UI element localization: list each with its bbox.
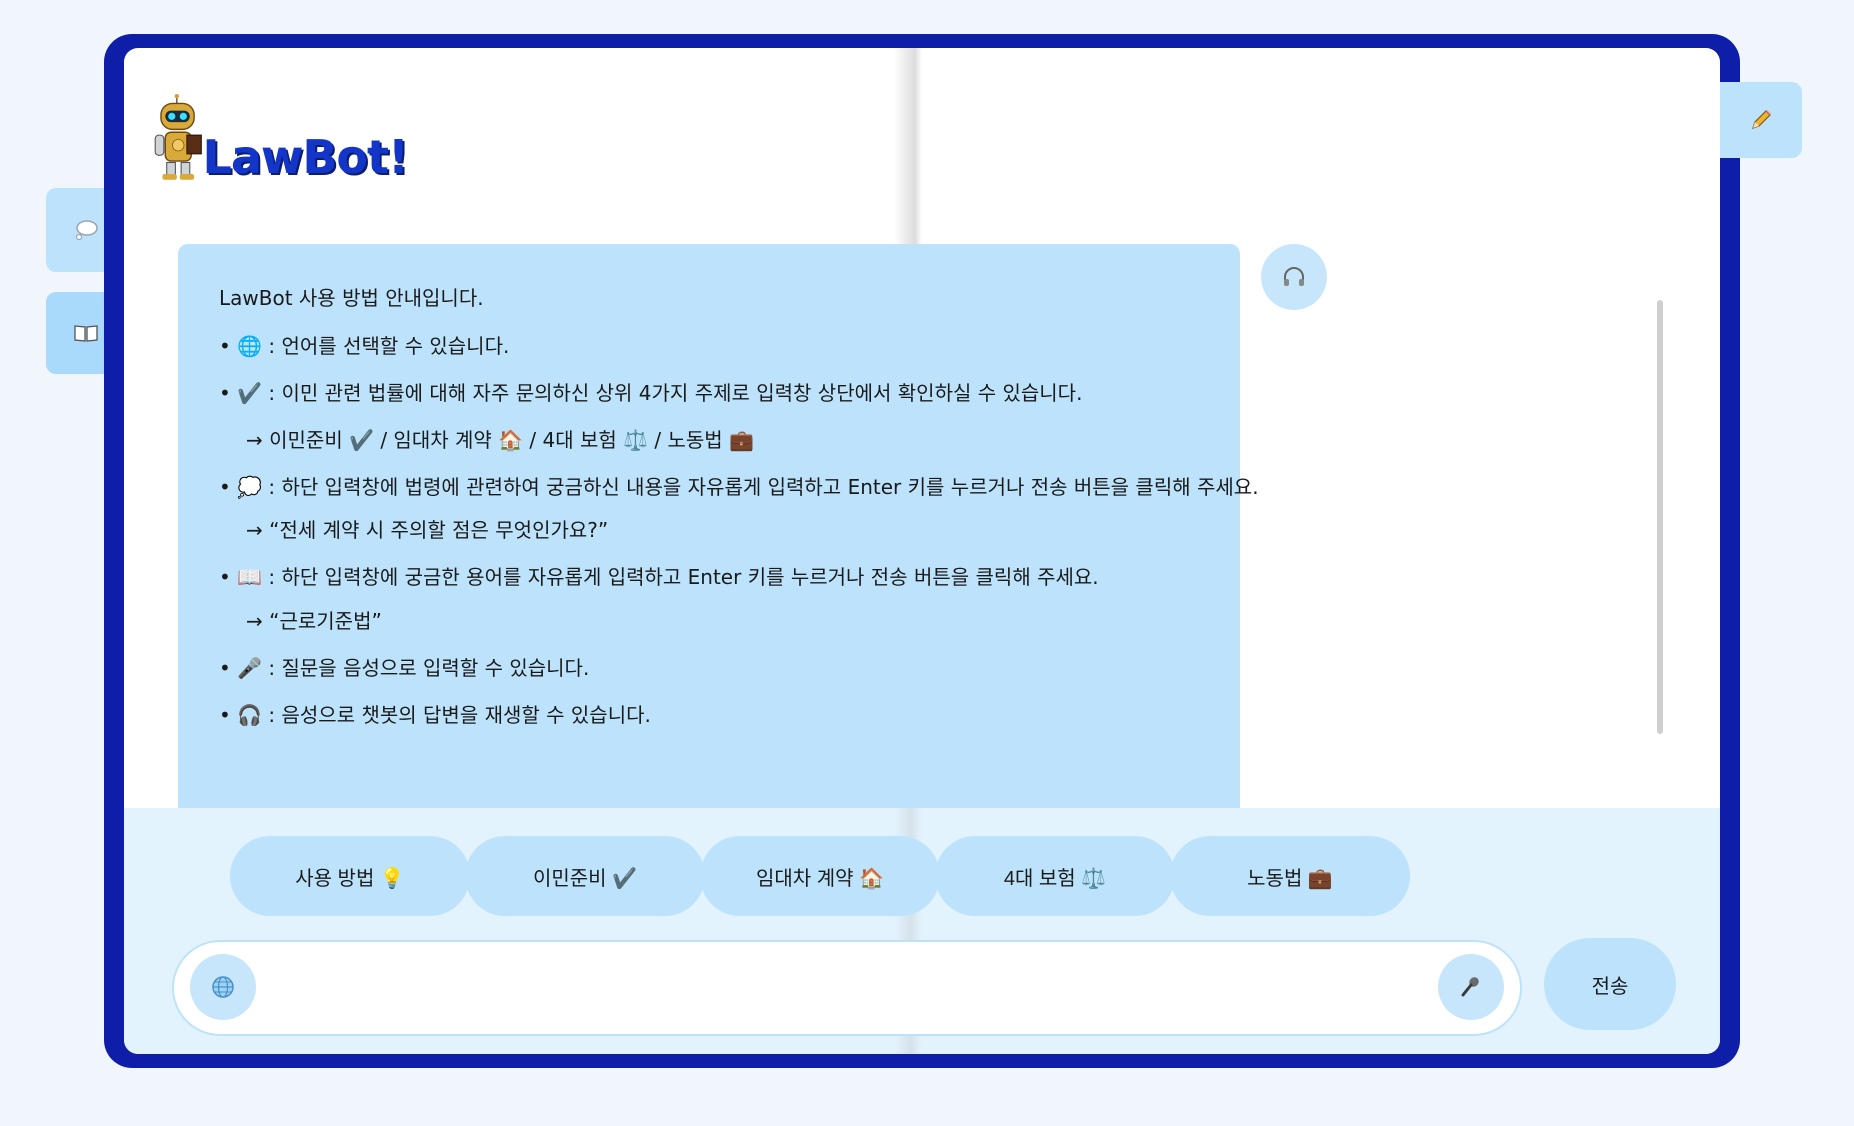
message-line: → 이민준비 ✔️ / 임대차 계약 🏠 / 4대 보험 ⚖️ / 노동법 💼 xyxy=(246,428,754,452)
voice-input-button[interactable] xyxy=(1438,954,1504,1020)
robot-mascot-icon xyxy=(154,94,202,180)
chat-scrollbar[interactable] xyxy=(1657,300,1663,734)
book-frame: LawBot! LawBot 사용 방법 안내입니다. • 🌐 : 언어를 선택… xyxy=(104,34,1740,1068)
quick-button-immigration[interactable]: 이민준비 ✔️ xyxy=(465,836,705,916)
logo-text: LawBot! xyxy=(202,130,409,184)
language-button[interactable] xyxy=(190,954,256,1020)
quick-button-labor-law[interactable]: 노동법 💼 xyxy=(1170,836,1410,916)
message-line: → “전세 계약 시 주의할 점은 무엇인가요?” xyxy=(246,518,609,542)
message-title: LawBot 사용 방법 안내입니다. xyxy=(219,286,484,310)
play-audio-button[interactable] xyxy=(1261,244,1327,310)
message-line: • 💭 : 하단 입력창에 법령에 관련하여 궁금하신 내용을 자유롭게 입력하… xyxy=(219,475,1259,499)
message-line: • 🎤 : 질문을 음성으로 입력할 수 있습니다. xyxy=(219,656,590,680)
message-line: • 🌐 : 언어를 선택할 수 있습니다. xyxy=(219,334,510,358)
message-line: → “근로기준법” xyxy=(246,609,382,633)
message-line: • 🎧 : 음성으로 챗봇의 답변을 재생할 수 있습니다. xyxy=(219,703,651,727)
book-page: LawBot! LawBot 사용 방법 안내입니다. • 🌐 : 언어를 선택… xyxy=(124,48,1720,1054)
quick-button-usage[interactable]: 사용 방법 💡 xyxy=(230,836,470,916)
globe-icon xyxy=(212,976,234,998)
thought-bubble-icon xyxy=(75,220,98,241)
question-input[interactable] xyxy=(270,958,1338,1018)
bot-message-bubble: LawBot 사용 방법 안내입니다. • 🌐 : 언어를 선택할 수 있습니다… xyxy=(178,244,1259,858)
microphone-icon xyxy=(1461,977,1479,997)
message-line: • ✔️ : 이민 관련 법률에 대해 자주 문의하신 상위 4가지 주제로 입… xyxy=(219,381,1083,405)
bottom-input-area: 사용 방법 💡 이민준비 ✔️ 임대차 계약 🏠 4대 보험 ⚖️ 노동법 💼 xyxy=(124,808,1720,1054)
book-icon xyxy=(74,325,98,342)
send-button[interactable]: 전송 xyxy=(1544,938,1676,1030)
edit-tab[interactable] xyxy=(1720,82,1802,158)
lawbot-logo: LawBot! xyxy=(148,76,409,200)
chat-input-box xyxy=(172,940,1522,1036)
headphones-icon xyxy=(1284,267,1304,286)
pencil-icon xyxy=(1752,110,1771,129)
quick-button-lease[interactable]: 임대차 계약 🏠 xyxy=(700,836,940,916)
message-line: • 📖 : 하단 입력창에 궁금한 용어를 자유롭게 입력하고 Enter 키를… xyxy=(219,565,1099,589)
quick-button-insurance[interactable]: 4대 보험 ⚖️ xyxy=(935,836,1175,916)
